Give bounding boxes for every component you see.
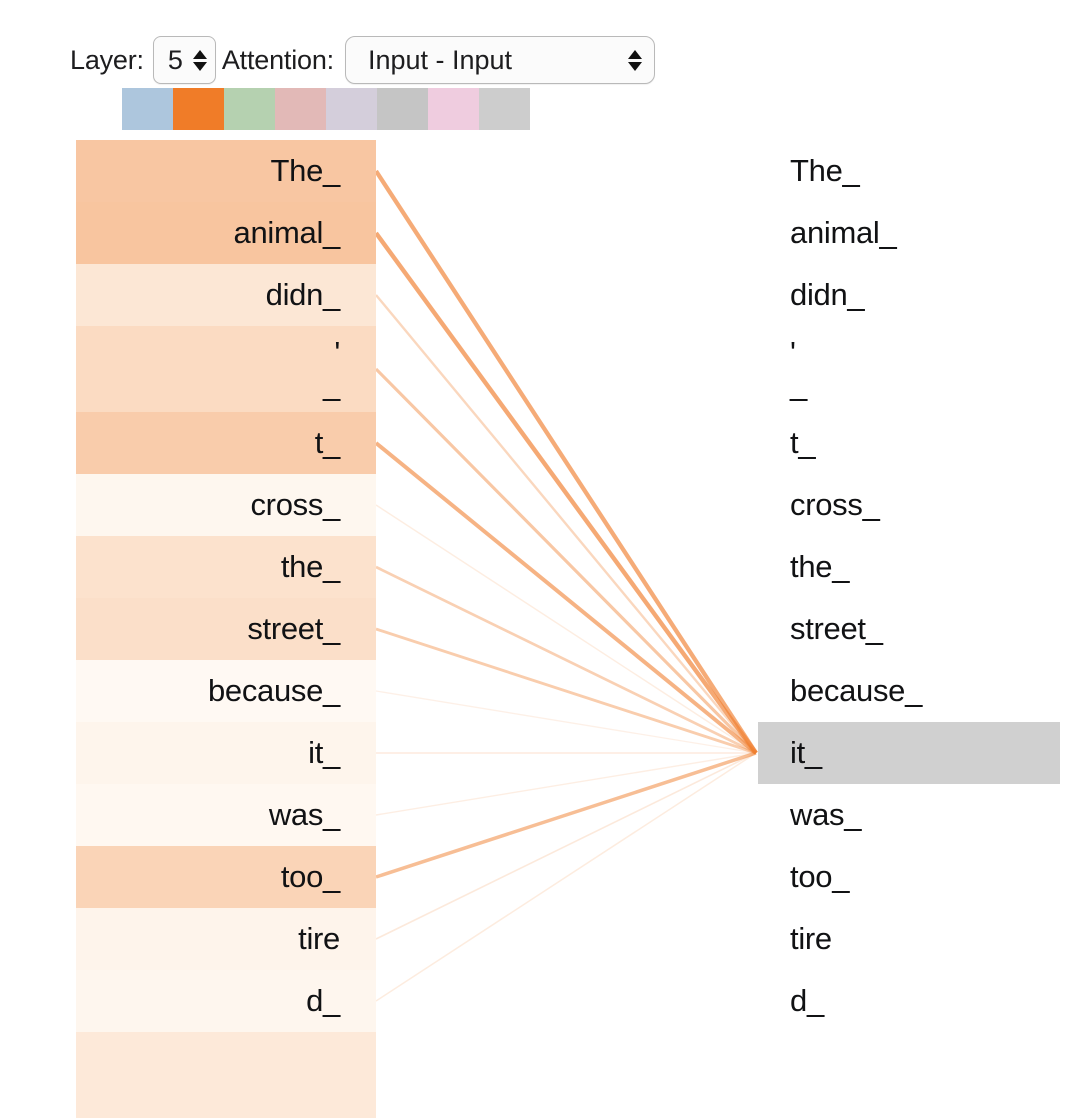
- source-token-label: it_: [308, 734, 340, 770]
- source-token-label: didn_: [265, 276, 341, 312]
- target-token-column: The_ animal_ didn_ ' _ t_ cross_ the_ street_be…: [758, 140, 1060, 1032]
- attention-link: [375, 752, 757, 940]
- attention-label: Attention:: [221, 44, 334, 75]
- legend-swatch-head-5[interactable]: [326, 88, 377, 130]
- attention-link: [375, 752, 757, 1002]
- source-token-label: d_: [306, 982, 340, 1018]
- layer-stepper[interactable]: 5: [152, 36, 216, 84]
- target-token-row[interactable]: The_: [758, 140, 1060, 202]
- attention-link: [375, 565, 757, 755]
- target-token-row[interactable]: didn_: [758, 264, 1060, 326]
- target-token-label: it_: [790, 734, 822, 770]
- attention-value: Input - Input: [367, 44, 513, 75]
- source-token-column: The_ animal_ didn_ ' _ t_ cross_ the_ street_be…: [76, 140, 376, 1118]
- target-token-label: too_: [790, 858, 850, 894]
- legend-swatch-head-6[interactable]: [377, 88, 428, 130]
- attention-select[interactable]: Input - Input: [344, 36, 655, 84]
- target-token-label: street_: [790, 610, 883, 646]
- target-token-label: t_: [790, 424, 816, 460]
- attention-link: [374, 367, 758, 755]
- target-token-label: ' _: [790, 334, 807, 402]
- source-token-label: tire: [298, 920, 340, 956]
- target-token-label: tire: [790, 920, 832, 956]
- source-token-label: because_: [207, 672, 340, 708]
- source-token-row[interactable]: it_: [76, 722, 376, 784]
- source-token-row[interactable]: because_: [76, 660, 376, 722]
- legend-swatch-head-1[interactable]: [122, 88, 173, 130]
- source-token-row[interactable]: cross_: [76, 474, 376, 536]
- target-token-row[interactable]: the_: [758, 536, 1060, 598]
- target-token-row[interactable]: d_: [758, 970, 1060, 1032]
- source-token-row[interactable]: street_: [76, 598, 376, 660]
- attention-visualization: Layer: 5 Attention: Input - Input The_an…: [0, 0, 1080, 1118]
- source-token-label: too_: [280, 858, 340, 894]
- legend-swatch-head-3[interactable]: [224, 88, 275, 130]
- attention-link: [375, 751, 757, 879]
- attention-link: [375, 294, 757, 754]
- target-token-label: didn_: [790, 276, 865, 312]
- target-token-row[interactable]: street_: [758, 598, 1060, 660]
- source-token-row[interactable]: tire: [76, 908, 376, 970]
- layer-value: 5: [167, 44, 183, 75]
- attention-link: [375, 627, 757, 755]
- source-token-label: the_: [280, 548, 340, 584]
- attention-link: [374, 231, 758, 755]
- target-token-row[interactable]: tire: [758, 908, 1060, 970]
- target-token-row[interactable]: t_: [758, 412, 1060, 474]
- chevron-updown-icon[interactable]: [627, 49, 642, 71]
- target-token-row[interactable]: it_: [758, 722, 1060, 784]
- legend-swatch-head-8[interactable]: [479, 88, 530, 130]
- target-token-row[interactable]: because_: [758, 660, 1060, 722]
- source-token-row[interactable]: animal_: [76, 202, 376, 264]
- attention-link: [374, 441, 758, 755]
- source-token-row[interactable]: too_: [76, 846, 376, 908]
- legend-swatch-head-2[interactable]: [173, 88, 224, 130]
- source-token-label: cross_: [250, 486, 340, 522]
- attention-link: [375, 504, 757, 754]
- source-token-row[interactable]: the_: [76, 536, 376, 598]
- target-token-row[interactable]: was_: [758, 784, 1060, 846]
- target-token-label: cross_: [790, 486, 880, 522]
- source-token-label: t_: [314, 424, 341, 460]
- source-token-row[interactable]: t_: [76, 412, 376, 474]
- target-token-label: because_: [790, 672, 923, 708]
- source-token-row[interactable]: didn_: [76, 264, 376, 326]
- source-token-label: street_: [247, 610, 340, 646]
- target-token-label: The_: [790, 152, 860, 188]
- attention-link: [375, 690, 757, 754]
- source-token-label: The_: [270, 152, 341, 188]
- legend-swatch-head-7[interactable]: [428, 88, 479, 130]
- target-token-row[interactable]: too_: [758, 846, 1060, 908]
- source-token-row[interactable]: was_: [76, 784, 376, 846]
- source-token-row[interactable]: ' _: [76, 326, 376, 412]
- attention-link: [374, 169, 758, 755]
- target-token-label: the_: [790, 548, 850, 584]
- source-token-label: animal_: [233, 214, 341, 250]
- target-token-row[interactable]: animal_: [758, 202, 1060, 264]
- source-token-row[interactable]: d_: [76, 970, 376, 1032]
- source-token-label: was_: [268, 796, 340, 832]
- toolbar: Layer: 5 Attention: Input - Input: [70, 34, 655, 86]
- target-token-label: animal_: [790, 214, 897, 250]
- legend-swatch-head-4[interactable]: [275, 88, 326, 130]
- target-token-row[interactable]: ' _: [758, 326, 1060, 412]
- source-token-row[interactable]: [76, 1032, 376, 1118]
- source-token-row[interactable]: The_: [76, 140, 376, 202]
- target-token-label: was_: [790, 796, 862, 832]
- source-token-label: ' _: [323, 334, 340, 402]
- stepper-arrows-icon[interactable]: [192, 49, 207, 71]
- target-token-label: d_: [790, 982, 824, 1018]
- attention-link: [375, 752, 757, 816]
- layer-label: Layer:: [70, 44, 144, 75]
- head-color-legend: [122, 88, 530, 130]
- target-token-row[interactable]: cross_: [758, 474, 1060, 536]
